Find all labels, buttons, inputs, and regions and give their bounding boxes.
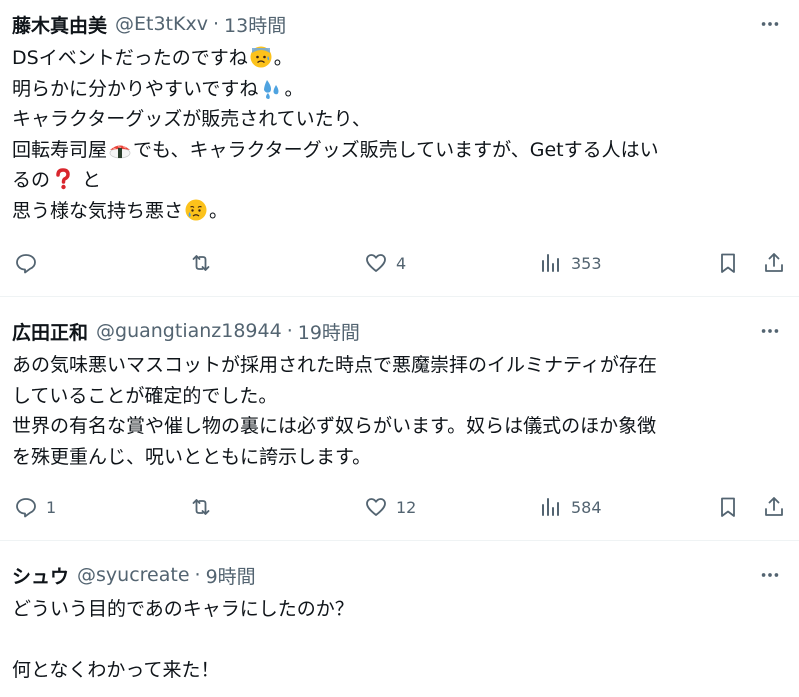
repost-button[interactable] xyxy=(189,248,213,278)
repost-button[interactable] xyxy=(189,492,213,522)
text-line: 回転寿司屋 でも、キャラクターグッズ販売していますが、Getする人はい xyxy=(12,138,659,161)
heart-icon xyxy=(366,254,386,272)
text-line: DSイベントだったのですね。 xyxy=(12,46,293,69)
author-handle[interactable]: @Et3tKxv xyxy=(115,13,208,35)
like-button[interactable]: 12 xyxy=(364,492,416,522)
more-icon xyxy=(761,329,779,333)
views-icon xyxy=(542,498,559,516)
reply-icon xyxy=(16,498,36,518)
more-options-button[interactable] xyxy=(757,12,783,36)
heart-icon xyxy=(366,498,386,516)
bookmark-button[interactable] xyxy=(716,492,740,522)
post-1[interactable]: 藤木真由美 @Et3tKxv · 13時間 DSイベントだったのですね。 明らか… xyxy=(0,0,799,296)
sad-relieved-face-icon xyxy=(185,199,207,220)
text-line: 思う様な気持ち悪さ。 xyxy=(12,199,229,222)
bookmark-icon xyxy=(721,497,735,517)
more-icon xyxy=(761,573,779,577)
post-header: シュウ @syucreate · 9時間 xyxy=(12,562,256,589)
post-2[interactable]: 広田正和 @guangtianz18944 · 19時間 あの気味悪いマスコット… xyxy=(0,297,799,540)
post-time[interactable]: 9時間 xyxy=(206,562,256,589)
like-count: 4 xyxy=(396,253,407,273)
text-line: キャラクターグッズが販売されていたり、 xyxy=(12,108,371,130)
action-bar: 1 12 584 xyxy=(0,492,799,522)
share-button[interactable] xyxy=(762,492,786,522)
view-count: 353 xyxy=(571,253,602,273)
views-button[interactable]: 353 xyxy=(539,248,602,278)
separator-dot: · xyxy=(194,564,201,586)
author-name[interactable]: 広田正和 xyxy=(12,318,88,345)
text-line: どういう目的であのキャラにしたのか？ xyxy=(12,598,354,620)
post-text: あの気味悪いマスコットが採用された時点で悪魔崇拝のイルミナティが存在 しているこ… xyxy=(12,350,787,472)
post-text: DSイベントだったのですね。 明らかに分かりやすいですね。 キャラクターグッズが… xyxy=(12,43,787,226)
red-question-mark-icon xyxy=(56,168,70,190)
sushi-icon xyxy=(109,145,131,158)
author-name[interactable]: シュウ xyxy=(12,562,69,589)
share-icon xyxy=(765,497,783,516)
text-line: あの気味悪いマスコットが採用された時点で悪魔崇拝のイルミナティが存在 xyxy=(12,354,657,376)
action-bar: 4 353 xyxy=(0,248,799,278)
anxious-sweat-face-icon xyxy=(250,46,272,68)
text-line: していることが確定的でした。 xyxy=(12,384,278,407)
bookmark-button[interactable] xyxy=(716,248,740,278)
text-line: を殊更重んじ、呪いとともに誇示します。 xyxy=(12,445,372,468)
post-time[interactable]: 19時間 xyxy=(298,318,360,345)
reply-icon xyxy=(16,254,36,274)
views-icon xyxy=(542,254,559,272)
view-count: 584 xyxy=(571,497,602,517)
bookmark-icon xyxy=(721,253,735,273)
post-header: 藤木真由美 @Et3tKxv · 13時間 xyxy=(12,11,286,38)
author-name[interactable]: 藤木真由美 xyxy=(12,11,107,38)
reply-count: 1 xyxy=(46,497,57,517)
text-line: 何となくわかって来た！ xyxy=(12,659,220,681)
post-text: どういう目的であのキャラにしたのか？ 何となくわかって来た！ xyxy=(12,594,787,686)
like-count: 12 xyxy=(396,497,417,517)
text-line xyxy=(12,625,787,656)
post-3[interactable]: シュウ @syucreate · 9時間 どういう目的であのキャラにしたのか？ … xyxy=(0,541,799,697)
more-options-button[interactable] xyxy=(757,563,783,587)
repost-icon xyxy=(192,499,210,515)
share-icon xyxy=(765,253,783,272)
separator-dot: · xyxy=(286,320,293,342)
text-line: 明らかに分かりやすいですね。 xyxy=(12,77,304,100)
post-header: 広田正和 @guangtianz18944 · 19時間 xyxy=(12,318,360,345)
repost-icon xyxy=(192,255,210,271)
share-button[interactable] xyxy=(762,248,786,278)
reply-button[interactable]: 1 xyxy=(14,492,56,522)
more-options-button[interactable] xyxy=(757,319,783,343)
author-handle[interactable]: @guangtianz18944 xyxy=(96,320,282,342)
reply-button[interactable] xyxy=(14,248,38,278)
like-button[interactable]: 4 xyxy=(364,248,406,278)
views-button[interactable]: 584 xyxy=(539,492,602,522)
more-icon xyxy=(761,22,779,26)
separator-dot: · xyxy=(212,13,220,35)
author-handle[interactable]: @syucreate xyxy=(77,564,190,586)
text-line: 世界の有名な賞や催し物の裏には必ず奴らがいます。奴らは儀式のほか象徴 xyxy=(12,415,657,437)
post-time[interactable]: 13時間 xyxy=(224,11,286,38)
sweat-droplets-icon xyxy=(264,79,279,99)
text-line: るの と xyxy=(12,168,102,191)
